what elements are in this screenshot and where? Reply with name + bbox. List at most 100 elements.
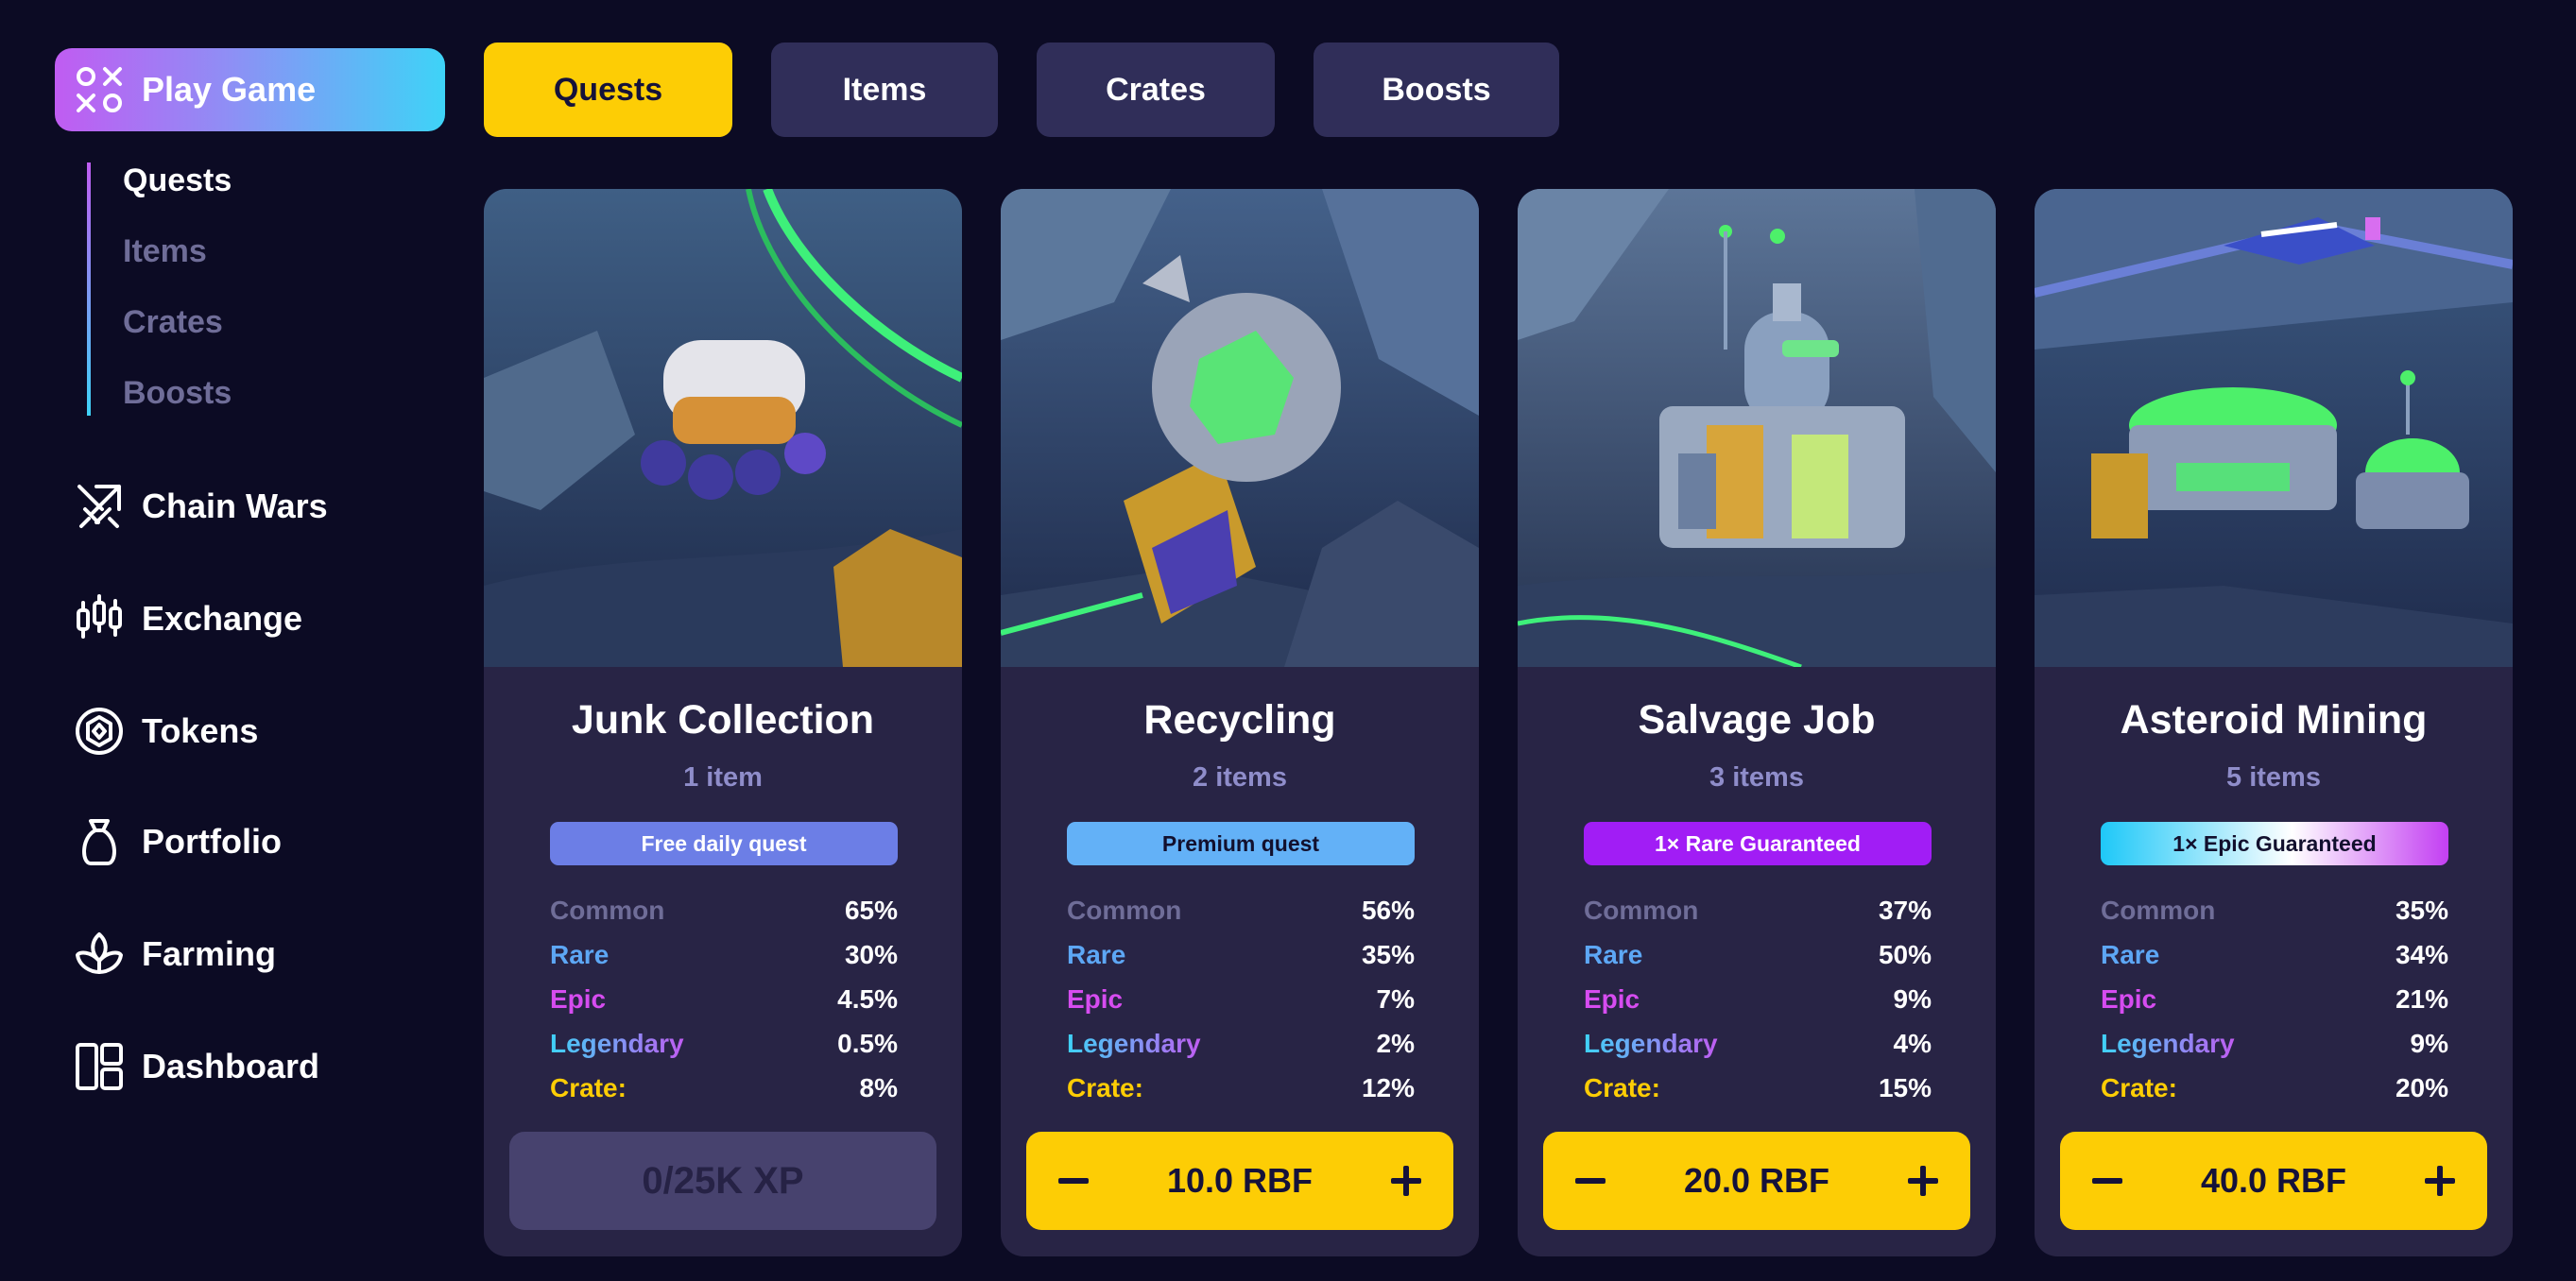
increment-button[interactable] bbox=[1876, 1132, 1970, 1230]
nav-item-tokens[interactable]: Tokens bbox=[74, 706, 258, 757]
odds-value: 7% bbox=[1376, 983, 1415, 1014]
odds-label: Rare bbox=[550, 939, 610, 969]
odds-value: 30% bbox=[844, 939, 898, 969]
quest-title: Junk Collection bbox=[571, 697, 875, 743]
money-bag-icon bbox=[82, 819, 116, 865]
plus-icon bbox=[1391, 1166, 1421, 1196]
play-game-label: Play Game bbox=[142, 70, 317, 109]
crossed-swords-icon bbox=[77, 485, 121, 528]
nav-item-label: Tokens bbox=[142, 711, 259, 750]
quest-item-count: 2 items bbox=[1193, 762, 1287, 793]
play-game-logo-icon bbox=[77, 67, 122, 112]
odds-label: Rare bbox=[1584, 939, 1643, 969]
dashboard-grid-icon bbox=[76, 1043, 123, 1090]
drop-odds-table: Common 35% Rare 34% Epic 21% Legendary 9% Cr… bbox=[2101, 888, 2448, 1110]
price-value: 20.0 RBF bbox=[1683, 1161, 1830, 1200]
nav-item-portfolio[interactable]: Portfolio bbox=[74, 816, 282, 867]
quest-badge: 1× Epic Guaranteed bbox=[2101, 822, 2448, 865]
minus-icon bbox=[1058, 1178, 1089, 1184]
plus-icon bbox=[2425, 1166, 2455, 1196]
tab-quests[interactable]: Quests bbox=[484, 43, 732, 137]
quest-card-salvage-job: Salvage Job 3 items 1× Rare Guaranteed C… bbox=[1518, 189, 1996, 1256]
nav-item-dashboard[interactable]: Dashboard bbox=[74, 1041, 319, 1092]
nav-item-label: Farming bbox=[142, 934, 277, 973]
quest-card-asteroid-mining: Asteroid Mining 5 items 1× Epic Guarante… bbox=[2035, 189, 2513, 1256]
odds-value: 0.5% bbox=[837, 1028, 898, 1058]
drop-odds-table: Common 65% Rare 30% Epic 4.5% Legendary 0.5%… bbox=[550, 888, 898, 1110]
odds-row-legendary: Legendary 9% bbox=[2101, 1021, 2448, 1066]
sidebar: Play Game Quests Items Crates Boosts Cha… bbox=[0, 0, 454, 1281]
odds-value: 20% bbox=[2395, 1072, 2448, 1102]
tab-boosts[interactable]: Boosts bbox=[1314, 43, 1559, 137]
odds-label: Epic bbox=[2101, 983, 2157, 1014]
odds-value: 12% bbox=[1361, 1072, 1415, 1102]
odds-value: 15% bbox=[1878, 1072, 1932, 1102]
odds-row-epic: Epic 21% bbox=[2101, 977, 2448, 1021]
odds-value: 35% bbox=[1361, 939, 1415, 969]
nav-item-chain-wars[interactable]: Chain Wars bbox=[74, 481, 328, 532]
odds-label: Crate: bbox=[550, 1072, 627, 1102]
subnav-item-quests[interactable]: Quests bbox=[123, 162, 232, 199]
nav-item-label: Portfolio bbox=[142, 822, 282, 861]
odds-row-legendary: Legendary 2% bbox=[1067, 1021, 1415, 1066]
odds-value: 56% bbox=[1361, 895, 1415, 925]
odds-label: Epic bbox=[1067, 983, 1124, 1014]
odds-row-epic: Epic 7% bbox=[1067, 977, 1415, 1021]
odds-row-crate: Crate: 12% bbox=[1067, 1066, 1415, 1110]
odds-row-epic: Epic 4.5% bbox=[550, 977, 898, 1021]
quest-badge: Premium quest bbox=[1067, 822, 1415, 865]
nav-item-exchange[interactable]: Exchange bbox=[74, 593, 302, 644]
play-game-button[interactable]: Play Game bbox=[55, 48, 445, 131]
buy-stepper: 40.0 RBF bbox=[2060, 1132, 2487, 1230]
odds-value: 21% bbox=[2395, 983, 2448, 1014]
plant-icon bbox=[76, 932, 123, 974]
odds-value: 65% bbox=[844, 895, 898, 925]
odds-row-rare: Rare 34% bbox=[2101, 932, 2448, 977]
tab-items[interactable]: Items bbox=[771, 43, 998, 137]
odds-row-epic: Epic 9% bbox=[1584, 977, 1932, 1021]
odds-row-rare: Rare 50% bbox=[1584, 932, 1932, 977]
drop-odds-table: Common 56% Rare 35% Epic 7% Legendary 2% Cra… bbox=[1067, 888, 1415, 1110]
decrement-button[interactable] bbox=[2060, 1132, 2155, 1230]
nav-item-label: Dashboard bbox=[142, 1047, 320, 1085]
odds-value: 37% bbox=[1878, 895, 1932, 925]
odds-label: Crate: bbox=[1067, 1072, 1143, 1102]
increment-button[interactable] bbox=[2393, 1132, 2487, 1230]
odds-label: Crate: bbox=[2101, 1072, 2177, 1102]
quest-title: Recycling bbox=[1143, 697, 1336, 743]
decrement-button[interactable] bbox=[1026, 1132, 1121, 1230]
odds-row-rare: Rare 35% bbox=[1067, 932, 1415, 977]
increment-button[interactable] bbox=[1359, 1132, 1453, 1230]
plus-icon bbox=[1908, 1166, 1938, 1196]
odds-label: Common bbox=[1067, 895, 1182, 925]
subnav-item-crates[interactable]: Crates bbox=[123, 304, 223, 341]
quest-item-count: 5 items bbox=[2226, 762, 2321, 793]
odds-label: Epic bbox=[1584, 983, 1640, 1014]
nav-item-farming[interactable]: Farming bbox=[74, 929, 276, 980]
odds-label: Common bbox=[550, 895, 665, 925]
quest-badge: 1× Rare Guaranteed bbox=[1584, 822, 1932, 865]
decrement-button[interactable] bbox=[1543, 1132, 1638, 1230]
odds-value: 35% bbox=[2395, 895, 2448, 925]
odds-row-crate: Crate: 8% bbox=[550, 1066, 898, 1110]
price-value: 10.0 RBF bbox=[1166, 1161, 1314, 1200]
quest-art-image bbox=[484, 189, 962, 667]
odds-row-common: Common 35% bbox=[2101, 888, 2448, 932]
odds-row-crate: Crate: 15% bbox=[1584, 1066, 1932, 1110]
odds-row-common: Common 37% bbox=[1584, 888, 1932, 932]
quest-art-image bbox=[2035, 189, 2513, 667]
odds-row-common: Common 56% bbox=[1067, 888, 1415, 932]
quest-badge: Free daily quest bbox=[550, 822, 898, 865]
buy-stepper: 10.0 RBF bbox=[1026, 1132, 1453, 1230]
odds-value: 9% bbox=[2410, 1028, 2448, 1058]
nav-item-label: Exchange bbox=[142, 599, 303, 638]
tab-crates[interactable]: Crates bbox=[1037, 43, 1275, 137]
subnav-item-items[interactable]: Items bbox=[123, 233, 207, 270]
xp-progress-button[interactable]: 0/25K XP bbox=[509, 1132, 936, 1230]
token-coin-icon bbox=[76, 708, 123, 755]
odds-value: 50% bbox=[1878, 939, 1932, 969]
odds-label: Legendary bbox=[1584, 1028, 1718, 1058]
subnav-item-boosts[interactable]: Boosts bbox=[123, 375, 232, 412]
odds-row-crate: Crate: 20% bbox=[2101, 1066, 2448, 1110]
odds-label: Crate: bbox=[1584, 1072, 1660, 1102]
